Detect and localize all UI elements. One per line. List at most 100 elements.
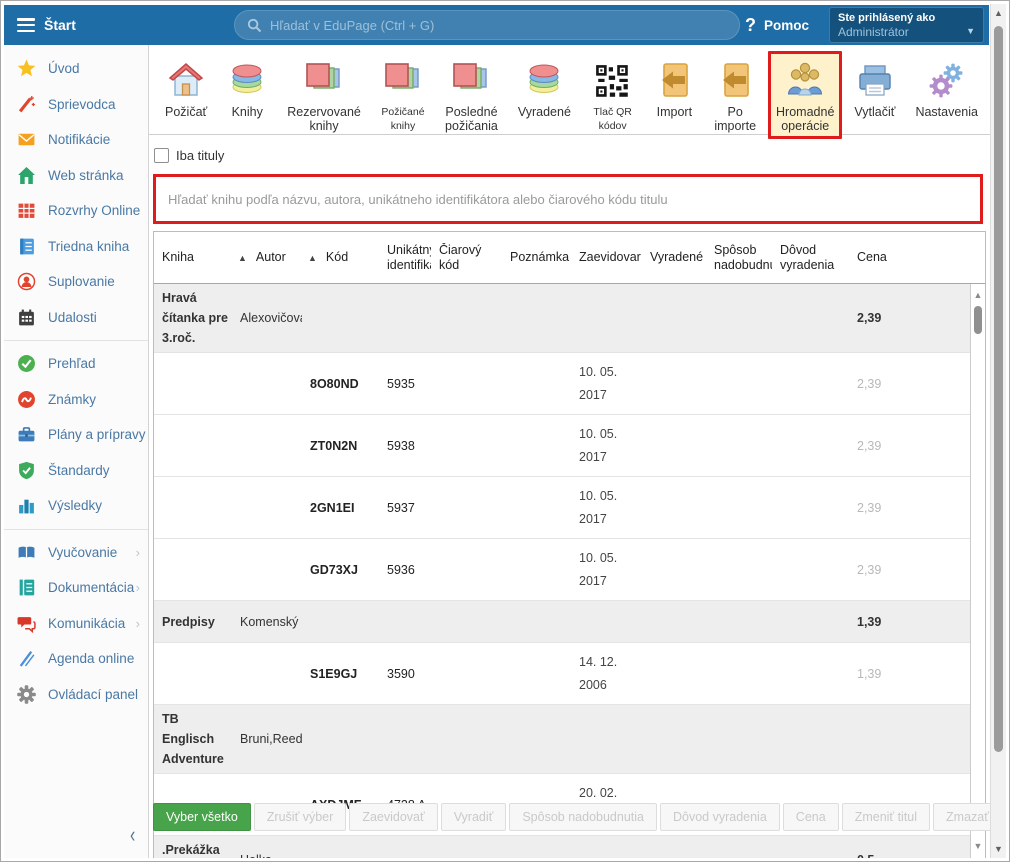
toolbar-button-hromadne-operacie[interactable]: Hromadné operácie <box>768 51 842 139</box>
table-scrollbar[interactable]: ▲ ▼ <box>970 284 985 858</box>
sidebar-item-plany-a-pripravy[interactable]: Plány a prípravy <box>4 417 148 453</box>
table-item-row[interactable]: ZT0N2N593810. 05. 20172,39 <box>154 415 970 477</box>
wand-icon <box>17 95 36 114</box>
toolbar-button-nastavenia[interactable]: Nastavenia <box>907 51 986 125</box>
sidebar-item-komunikacia[interactable]: Komunikácia› <box>4 606 148 642</box>
sidebar-item-prehlad[interactable]: Prehľad <box>4 346 148 382</box>
chevron-right-icon: › <box>136 616 140 631</box>
column-header-sposob[interactable]: Spôsob nadobudnutia <box>706 243 772 273</box>
column-header-autor[interactable]: ▲Autor <box>232 250 302 266</box>
table-scrollbar-thumb[interactable] <box>974 306 982 334</box>
column-header-vyradene[interactable]: Vyradené <box>642 250 706 265</box>
table-item-row[interactable]: S1E9GJ359014. 12. 20061,39 <box>154 643 970 705</box>
sidebar-item-triedna-kniha[interactable]: Triedna kniha <box>4 229 148 265</box>
sidebar-item-znamky[interactable]: Známky <box>4 382 148 418</box>
book-search-input[interactable] <box>156 192 980 207</box>
column-header-zaevidovane[interactable]: Zaevidovar <box>571 250 642 265</box>
sidebar-item-vyucovanie[interactable]: Vyučovanie› <box>4 535 148 571</box>
column-header-dovod[interactable]: Dôvod vyradenia <box>772 243 849 273</box>
printer-icon <box>855 57 895 101</box>
logged-in-as-label: Ste prihlásený ako <box>838 11 975 25</box>
toolbar-button-import[interactable]: Import <box>646 51 702 125</box>
table-title-row[interactable]: .Prekážka vHolka0.5 <box>154 836 970 858</box>
sidebar-item-agenda-online[interactable]: Agenda online <box>4 641 148 677</box>
sidebar-item-uvod[interactable]: Úvod <box>4 51 148 87</box>
toolbar-button-pozicane-knihy[interactable]: Požičané knihy <box>373 51 433 139</box>
sidebar-collapse-button[interactable]: ‹ <box>130 824 135 846</box>
sidebar-item-label: Dokumentácia <box>48 580 134 595</box>
toolbar-button-pozicat[interactable]: Požičať <box>157 51 215 125</box>
sort-arrow-icon: ▲ <box>238 253 247 263</box>
hamburger-menu-icon[interactable] <box>17 18 35 32</box>
chevron-down-icon: ▼ <box>966 26 975 36</box>
toolbar-button-label: Hromadné operácie <box>776 105 834 133</box>
table-item-row[interactable]: GD73XJ593610. 05. 20172,39 <box>154 539 970 601</box>
cell-kniha: TB Englisch Adventure <box>154 709 232 769</box>
disabled-action-button-zrusit-vyber: Zrušiť výber <box>254 803 347 831</box>
toolbar-button-label: Požičať <box>165 105 207 119</box>
sidebar-item-standardy[interactable]: Štandardy <box>4 453 148 489</box>
table-title-row[interactable]: Hravá čítanka pre 3.roč.Alexovičová2,39 <box>154 284 970 353</box>
column-header-kniha[interactable]: Kniha <box>154 250 232 265</box>
global-search[interactable] <box>234 10 740 40</box>
cell-unikatny-identifikator: 5937 <box>379 498 431 518</box>
sidebar: Úvod Sprievodca NotifikácieWeb stránkaRozv… <box>4 45 149 858</box>
sidebar-item-vysledky[interactable]: Výsledky <box>4 488 148 524</box>
toolbar-button-vytlacit[interactable]: Vytlačiť <box>846 51 903 125</box>
disabled-action-button-zmenit-titul: Zmeniť titul <box>842 803 930 831</box>
toolbar-button-label: Posledné požičania <box>445 105 498 133</box>
scroll-down-icon[interactable]: ▼ <box>971 840 985 852</box>
cell-kod: ZT0N2N <box>302 436 379 456</box>
scroll-down-icon[interactable]: ▼ <box>991 842 1006 856</box>
global-search-input[interactable] <box>270 18 727 33</box>
sidebar-item-label: Výsledky <box>48 498 102 513</box>
action-button-vyber-vsetko[interactable]: Vyber všetko <box>153 803 251 831</box>
cell-unikatny-identifikator: 5938 <box>379 436 431 456</box>
table-title-row[interactable]: PredpisyKomenský1,39 <box>154 601 970 643</box>
toolbar-button-knihy[interactable]: Knihy <box>219 51 275 125</box>
sidebar-item-notifikacie[interactable]: Notifikácie <box>4 122 148 158</box>
sidebar-item-suplovanie[interactable]: Suplovanie <box>4 264 148 300</box>
column-header-ciarovy[interactable]: Čiarový kód <box>431 243 502 273</box>
account-dropdown[interactable]: Ste prihlásený ako Administrátor ▼ <box>829 7 984 43</box>
sidebar-item-rozvrhy-online[interactable]: Rozvrhy Online <box>4 193 148 229</box>
table-item-row[interactable]: 8O80ND593510. 05. 20172,39 <box>154 353 970 415</box>
disabled-action-button-zaevidovat: Zaevidovať <box>349 803 437 831</box>
page-scrollbar[interactable]: ▲ ▼ <box>990 4 1006 858</box>
toolbar-button-rezervovane-knihy[interactable]: Rezervované knihy <box>279 51 369 139</box>
help-button[interactable]: ? Pomoc <box>745 5 809 45</box>
book-stack-icon <box>227 57 267 101</box>
table-title-row[interactable]: TB Englisch AdventureBruni,Reed <box>154 705 970 774</box>
scroll-up-icon[interactable]: ▲ <box>971 289 985 301</box>
column-header-cena[interactable]: Cena <box>849 250 904 265</box>
scroll-up-icon[interactable]: ▲ <box>991 6 1006 20</box>
shield-icon <box>17 461 36 480</box>
sidebar-item-dokumentacia[interactable]: Dokumentácia› <box>4 570 148 606</box>
bulk-actions-bar: Vyber všetkoZrušiť výberZaevidovaťVyradi… <box>153 803 990 831</box>
disabled-action-button-zmazat: Zmazať <box>933 803 990 831</box>
timetable-icon <box>17 201 36 220</box>
start-menu-button[interactable]: Štart <box>44 17 76 33</box>
toolbar-button-po-importe[interactable]: Po importe <box>706 51 764 139</box>
page-scrollbar-thumb[interactable] <box>994 26 1003 752</box>
sidebar-item-label: Známky <box>48 392 96 407</box>
toolbar-button-label: Knihy <box>232 105 263 119</box>
only-titles-checkbox[interactable] <box>154 148 169 163</box>
sidebar-item-web-stranka[interactable]: Web stránka <box>4 158 148 194</box>
column-header-poznamka[interactable]: Poznámka <box>502 250 571 265</box>
column-header-kod[interactable]: ▲Kód <box>302 250 379 266</box>
books-table: Kniha▲Autor▲KódUnikátny identifikátorČia… <box>153 231 986 858</box>
toolbar-button-tlac-qr-kodov[interactable]: Tlač QR kódov <box>583 51 642 139</box>
toolbar-button-posledne-pozicania[interactable]: Posledné požičania <box>437 51 506 139</box>
sidebar-item-udalosti[interactable]: Udalosti <box>4 300 148 336</box>
chat-icon <box>17 614 36 633</box>
sidebar-item-sprievodca[interactable]: Sprievodca <box>4 87 148 123</box>
table-item-row[interactable]: 2GN1EI593710. 05. 20172,39 <box>154 477 970 539</box>
sidebar-item-label: Sprievodca <box>48 97 116 112</box>
chevron-right-icon: › <box>136 545 140 560</box>
sidebar-item-ovladaci-panel[interactable]: Ovládací panel <box>4 677 148 713</box>
toolbar-button-label: Po importe <box>714 105 756 133</box>
column-header-unikatny[interactable]: Unikátny identifikátor <box>379 243 431 273</box>
toolbar-button-vyradene[interactable]: Vyradené <box>510 51 579 125</box>
only-titles-label: Iba tituly <box>176 148 224 163</box>
